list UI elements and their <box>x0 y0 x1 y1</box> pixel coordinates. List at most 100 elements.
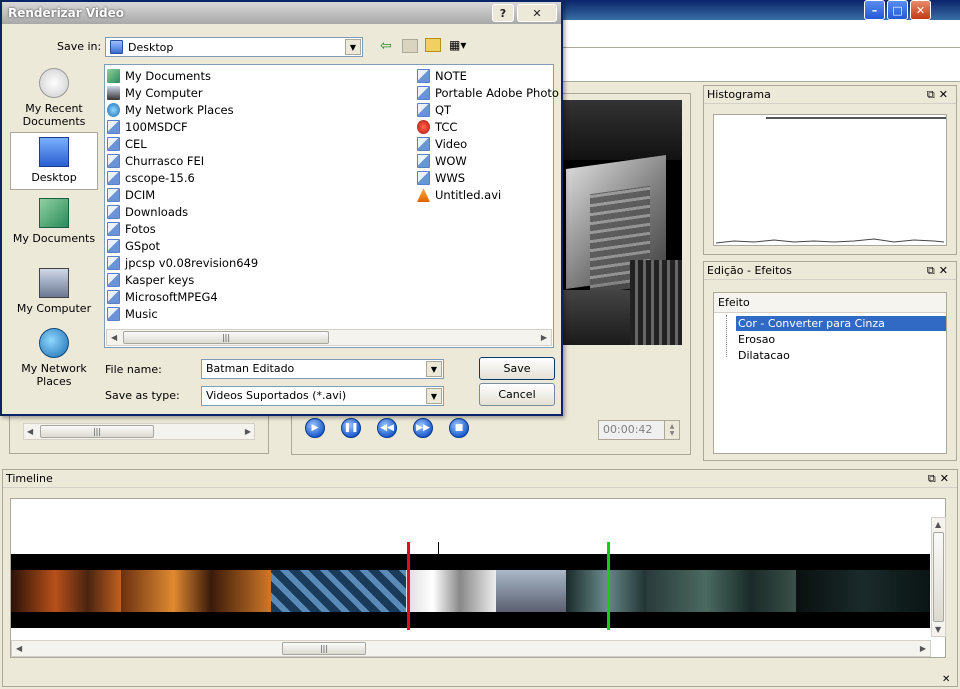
fast-forward-icon[interactable]: ▶▶ <box>413 418 433 438</box>
folder-icon <box>107 256 120 270</box>
scroll-thumb[interactable]: ||| <box>282 642 366 655</box>
scroll-left-icon[interactable]: ◀ <box>27 427 33 436</box>
place-recent-documents[interactable]: My Recent Documents <box>10 68 98 130</box>
rewind-icon[interactable]: ◀◀ <box>377 418 397 438</box>
timecode-field[interactable]: 00:00:42 <box>598 420 666 440</box>
list-item[interactable]: Churrasco FEI <box>107 153 204 170</box>
float-icon[interactable]: ⧉ <box>928 472 940 485</box>
scroll-left-icon[interactable]: ◀ <box>111 333 117 342</box>
list-item[interactable]: My Documents <box>107 68 211 85</box>
list-item[interactable]: My Network Places <box>107 102 234 119</box>
panel-close-icon[interactable]: ✕ <box>940 472 953 485</box>
list-item[interactable]: Fotos <box>107 221 156 238</box>
save-dialog: Renderizar Video ? ✕ Save in: Desktop ▼ … <box>0 0 563 416</box>
chevron-down-icon[interactable]: ▼ <box>426 388 442 404</box>
folder-icon <box>417 103 430 117</box>
list-item[interactable]: TCC <box>417 119 457 136</box>
timeline-frame <box>121 570 271 612</box>
stop-icon[interactable]: ■ <box>449 418 469 438</box>
cancel-button[interactable]: Cancel <box>479 383 555 406</box>
scroll-left-icon[interactable]: ◀ <box>16 644 22 653</box>
spin-up-icon[interactable]: ▲ <box>670 423 675 430</box>
file-name-input[interactable]: Batman Editado ▼ <box>201 359 444 379</box>
list-item[interactable]: Downloads <box>107 204 188 221</box>
list-item[interactable]: Untitled.avi <box>417 187 501 204</box>
panel-close-icon[interactable]: ✕ <box>939 264 952 277</box>
my-computer-icon <box>39 268 69 298</box>
scroll-right-icon[interactable]: ▶ <box>541 333 547 342</box>
chevron-down-icon[interactable]: ▼ <box>345 39 361 55</box>
list-item[interactable]: Kasper keys <box>107 272 194 289</box>
panel-close-icon[interactable]: ✕ <box>942 674 950 685</box>
close-icon[interactable]: ✕ <box>910 0 931 20</box>
maximize-icon[interactable]: □ <box>887 0 908 20</box>
list-item[interactable]: WOW <box>417 153 467 170</box>
playhead-marker[interactable] <box>438 542 439 556</box>
left-panel-scrollbar[interactable]: ◀ ||| ▶ <box>23 423 255 440</box>
timeline-frame <box>406 570 496 612</box>
new-folder-icon[interactable] <box>425 38 441 52</box>
list-item[interactable]: WWS <box>417 170 465 187</box>
float-icon[interactable]: ⧉ <box>927 264 939 277</box>
minimize-icon[interactable]: – <box>864 0 885 20</box>
play-icon[interactable]: ▶ <box>305 418 325 438</box>
spin-down-icon[interactable]: ▼ <box>670 430 675 437</box>
scroll-right-icon[interactable]: ▶ <box>920 644 926 653</box>
file-list-hscrollbar[interactable]: ◀ ||| ▶ <box>106 329 552 346</box>
up-folder-icon[interactable] <box>402 39 418 53</box>
effect-item-grayscale[interactable]: Cor - Converter para Cinza <box>736 316 946 331</box>
list-item[interactable]: 100MSDCF <box>107 119 188 136</box>
timeline-header: Timeline ⧉✕ <box>3 470 957 488</box>
list-item[interactable]: Video <box>417 136 467 153</box>
place-network[interactable]: My Network Places <box>10 328 98 388</box>
timeline-vscrollbar[interactable]: ▲ ▼ <box>931 517 946 637</box>
scroll-thumb[interactable]: ||| <box>40 425 154 438</box>
save-as-type-select[interactable]: Videos Suportados (*.avi) ▼ <box>201 386 444 406</box>
scroll-down-icon[interactable]: ▼ <box>935 625 941 634</box>
list-item[interactable]: Music <box>107 306 158 323</box>
scroll-up-icon[interactable]: ▲ <box>935 520 941 529</box>
view-menu-icon[interactable]: ▦▾ <box>449 38 466 52</box>
list-item[interactable]: jpcsp v0.08revision649 <box>107 255 258 272</box>
dialog-close-button[interactable]: ✕ <box>517 4 557 22</box>
pause-icon[interactable]: ❚❚ <box>341 418 361 438</box>
list-item[interactable]: GSpot <box>107 238 160 255</box>
in-point-marker[interactable] <box>407 542 410 630</box>
list-item[interactable]: QT <box>417 102 451 119</box>
list-item[interactable]: My Computer <box>107 85 203 102</box>
main-window-controls: – □ ✕ <box>864 0 954 20</box>
help-button[interactable]: ? <box>492 4 514 22</box>
desktop-icon <box>110 40 123 54</box>
scroll-right-icon[interactable]: ▶ <box>245 427 251 436</box>
timeline-strip[interactable] <box>11 554 930 628</box>
save-button[interactable]: Save <box>479 357 555 380</box>
list-item[interactable]: Portable Adobe Photo <box>417 85 559 102</box>
desktop-icon <box>39 137 69 167</box>
effect-item-dilation[interactable]: Dilatacao <box>736 348 792 363</box>
place-desktop[interactable]: Desktop <box>10 132 98 190</box>
out-point-marker[interactable] <box>607 542 610 630</box>
list-item[interactable]: DCIM <box>107 187 155 204</box>
place-my-documents[interactable]: My Documents <box>10 198 98 254</box>
folder-icon <box>107 273 120 287</box>
list-item[interactable]: NOTE <box>417 68 467 85</box>
folder-icon <box>107 188 120 202</box>
list-item[interactable]: CEL <box>107 136 147 153</box>
float-icon[interactable]: ⧉ <box>927 88 939 101</box>
scroll-thumb[interactable] <box>933 532 944 622</box>
timeline-hscrollbar[interactable]: ◀ ||| ▶ <box>11 640 931 657</box>
chevron-down-icon[interactable]: ▼ <box>426 361 442 377</box>
timecode-spinner[interactable]: ▲ ▼ <box>664 420 680 440</box>
scroll-thumb[interactable]: ||| <box>123 331 329 344</box>
panel-close-icon[interactable]: ✕ <box>939 88 952 101</box>
back-icon[interactable]: ⇦ <box>380 38 392 54</box>
save-in-combo[interactable]: Desktop ▼ <box>105 37 363 57</box>
list-item[interactable]: cscope-15.6 <box>107 170 195 187</box>
folder-icon <box>107 307 120 321</box>
place-label: My Recent Documents <box>22 102 86 128</box>
file-list: My Documents My Computer My Network Plac… <box>104 64 559 348</box>
place-my-computer[interactable]: My Computer <box>10 268 98 324</box>
list-item[interactable]: MicrosoftMPEG4 <box>107 289 218 306</box>
effects-tree: Efeito Cor - Converter para Cinza Erosao… <box>713 292 947 454</box>
effect-item-erosion[interactable]: Erosao <box>736 332 777 347</box>
